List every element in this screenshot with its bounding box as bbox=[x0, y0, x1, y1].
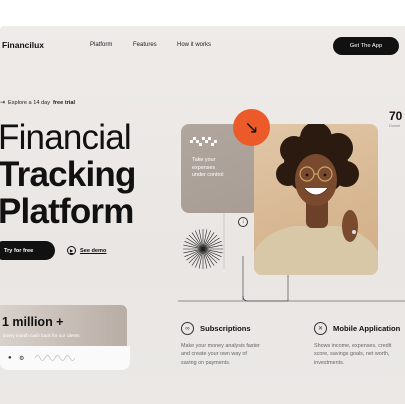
feature-subscriptions-title: Subscriptions bbox=[200, 324, 251, 333]
arrow-down-icon[interactable]: ↓ bbox=[238, 217, 248, 227]
stat-value: 70 bbox=[389, 109, 403, 123]
pixel-pattern bbox=[190, 137, 217, 146]
sunburst-icon bbox=[183, 229, 223, 269]
person-illustration bbox=[254, 124, 378, 275]
expenses-card-text: Take your expenses under control bbox=[192, 157, 224, 178]
feature-subscriptions-desc: Make your money analysis faster and crea… bbox=[181, 343, 260, 366]
hero-photo bbox=[254, 124, 378, 275]
stat-sub: Downl bbox=[389, 123, 401, 128]
landing-page: Financilux Platform Features How it work… bbox=[0, 26, 405, 404]
x-icon: ✕ bbox=[314, 322, 327, 335]
link-icon: ∞ bbox=[181, 322, 194, 335]
feature-mobile-desc: Shows income, expenses, credit score, sa… bbox=[314, 343, 392, 366]
feature-mobile-title: Mobile Application bbox=[333, 324, 401, 333]
arrow-down-right-icon[interactable]: ↘ bbox=[233, 109, 270, 146]
